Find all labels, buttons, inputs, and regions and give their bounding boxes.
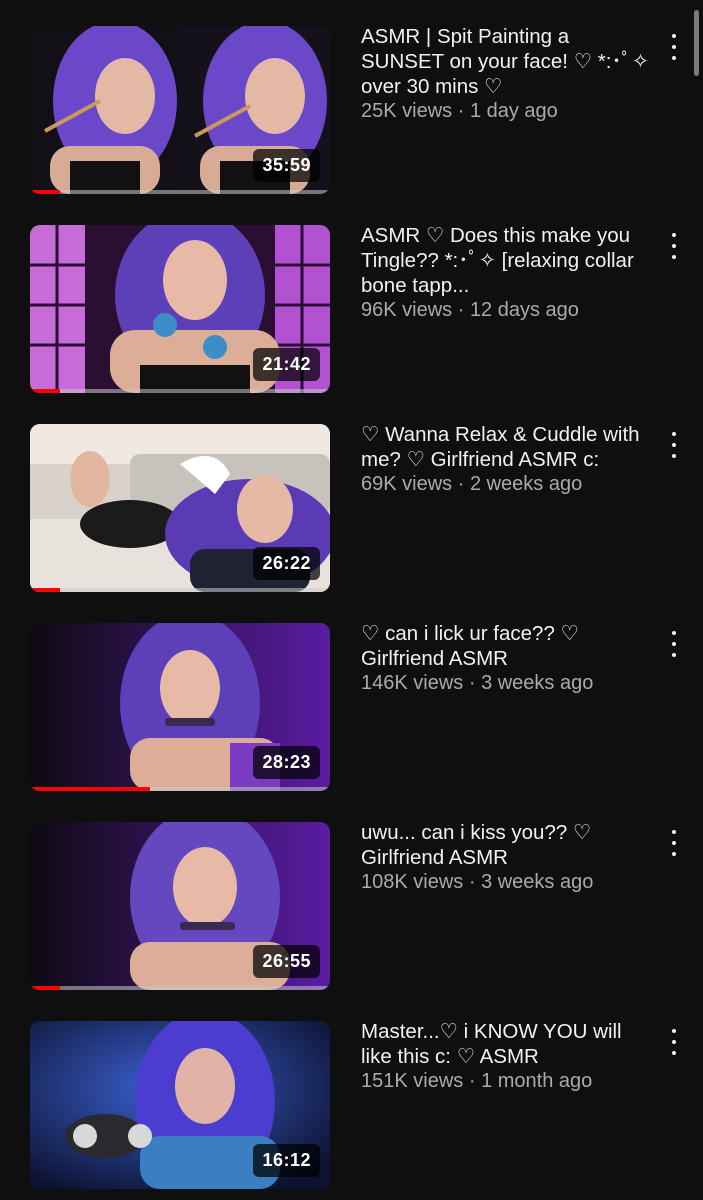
video-duration: 28:23 bbox=[253, 746, 320, 779]
upload-age: 1 day ago bbox=[469, 100, 558, 122]
upload-age: 2 weeks ago bbox=[469, 473, 583, 495]
view-count: 108K views bbox=[361, 871, 464, 893]
upload-age: 3 weeks ago bbox=[481, 871, 594, 893]
video-meta: ASMR ♡ Does this make you Tingle?? *:･ﾟ✧… bbox=[361, 223, 651, 322]
video-meta: ♡ can i lick ur face?? ♡ Girlfriend ASMR… bbox=[361, 621, 651, 695]
more-vertical-icon[interactable] bbox=[660, 1027, 688, 1057]
watch-progress-track bbox=[30, 787, 330, 791]
video-stats: 69K views · 2 weeks ago bbox=[361, 472, 651, 496]
watch-progress-track bbox=[30, 588, 330, 592]
video-thumbnail[interactable]: 35:59 bbox=[30, 26, 330, 194]
watch-progress-fill bbox=[30, 787, 150, 791]
video-meta: ASMR | Spit Painting a SUNSET on your fa… bbox=[361, 24, 651, 123]
video-stats: 108K views · 3 weeks ago bbox=[361, 870, 651, 894]
video-duration: 35:59 bbox=[253, 149, 320, 182]
video-stats: 25K views · 1 day ago bbox=[361, 99, 651, 123]
video-item[interactable]: 16:12 Master...♡ i KNOW YOU will like th… bbox=[0, 1019, 703, 1191]
view-count: 96K views bbox=[361, 299, 453, 321]
watch-progress-track bbox=[30, 389, 330, 393]
view-count: 25K views bbox=[361, 100, 453, 122]
video-thumbnail[interactable]: 28:23 bbox=[30, 623, 330, 791]
video-stats: 96K views · 12 days ago bbox=[361, 298, 651, 322]
video-thumbnail[interactable]: 26:55 bbox=[30, 822, 330, 990]
view-count: 151K views bbox=[361, 1070, 464, 1092]
video-duration: 26:22 bbox=[253, 547, 320, 580]
stats-separator: · bbox=[452, 473, 470, 495]
upload-age: 12 days ago bbox=[469, 299, 579, 321]
scrollbar[interactable] bbox=[694, 10, 699, 76]
stats-separator: · bbox=[452, 299, 470, 321]
video-duration: 21:42 bbox=[253, 348, 320, 381]
video-title[interactable]: Master...♡ i KNOW YOU will like this c: … bbox=[361, 1019, 651, 1069]
video-item[interactable]: 26:55 uwu... can i kiss you?? ♡ Girlfrie… bbox=[0, 820, 703, 992]
video-title[interactable]: ASMR | Spit Painting a SUNSET on your fa… bbox=[361, 24, 651, 99]
more-vertical-icon[interactable] bbox=[660, 32, 688, 62]
video-stats: 151K views · 1 month ago bbox=[361, 1069, 651, 1093]
video-meta: uwu... can i kiss you?? ♡ Girlfriend ASM… bbox=[361, 820, 651, 894]
more-vertical-icon[interactable] bbox=[660, 629, 688, 659]
video-duration: 26:55 bbox=[253, 945, 320, 978]
watch-progress-fill bbox=[30, 986, 60, 990]
stats-separator: · bbox=[452, 100, 470, 122]
stats-separator: · bbox=[463, 871, 482, 893]
upload-age: 3 weeks ago bbox=[481, 672, 594, 694]
video-item[interactable]: 35:59 ASMR | Spit Painting a SUNSET on y… bbox=[0, 24, 703, 196]
video-title[interactable]: ASMR ♡ Does this make you Tingle?? *:･ﾟ✧… bbox=[361, 223, 651, 298]
video-item[interactable]: 26:22 ♡ Wanna Relax & Cuddle with me? ♡ … bbox=[0, 422, 703, 594]
video-thumbnail[interactable]: 16:12 bbox=[30, 1021, 330, 1189]
stats-separator: · bbox=[463, 672, 482, 694]
more-vertical-icon[interactable] bbox=[660, 231, 688, 261]
watch-progress-fill bbox=[30, 588, 60, 592]
upload-age: 1 month ago bbox=[481, 1070, 593, 1092]
watch-progress-fill bbox=[30, 389, 60, 393]
view-count: 146K views bbox=[361, 672, 464, 694]
video-meta: Master...♡ i KNOW YOU will like this c: … bbox=[361, 1019, 651, 1093]
video-title[interactable]: ♡ Wanna Relax & Cuddle with me? ♡ Girlfr… bbox=[361, 422, 651, 472]
video-title[interactable]: uwu... can i kiss you?? ♡ Girlfriend ASM… bbox=[361, 820, 651, 870]
watch-progress-fill bbox=[30, 190, 60, 194]
video-item[interactable]: 21:42 ASMR ♡ Does this make you Tingle??… bbox=[0, 223, 703, 395]
view-count: 69K views bbox=[361, 473, 453, 495]
watch-progress-track bbox=[30, 190, 330, 194]
more-vertical-icon[interactable] bbox=[660, 828, 688, 858]
video-meta: ♡ Wanna Relax & Cuddle with me? ♡ Girlfr… bbox=[361, 422, 651, 496]
video-thumbnail[interactable]: 21:42 bbox=[30, 225, 330, 393]
video-stats: 146K views · 3 weeks ago bbox=[361, 671, 651, 695]
stats-separator: · bbox=[463, 1070, 482, 1092]
video-duration: 16:12 bbox=[253, 1144, 320, 1177]
more-vertical-icon[interactable] bbox=[660, 430, 688, 460]
watch-progress-track bbox=[30, 986, 330, 990]
video-item[interactable]: 28:23 ♡ can i lick ur face?? ♡ Girlfrien… bbox=[0, 621, 703, 793]
video-title[interactable]: ♡ can i lick ur face?? ♡ Girlfriend ASMR bbox=[361, 621, 651, 671]
video-thumbnail[interactable]: 26:22 bbox=[30, 424, 330, 592]
